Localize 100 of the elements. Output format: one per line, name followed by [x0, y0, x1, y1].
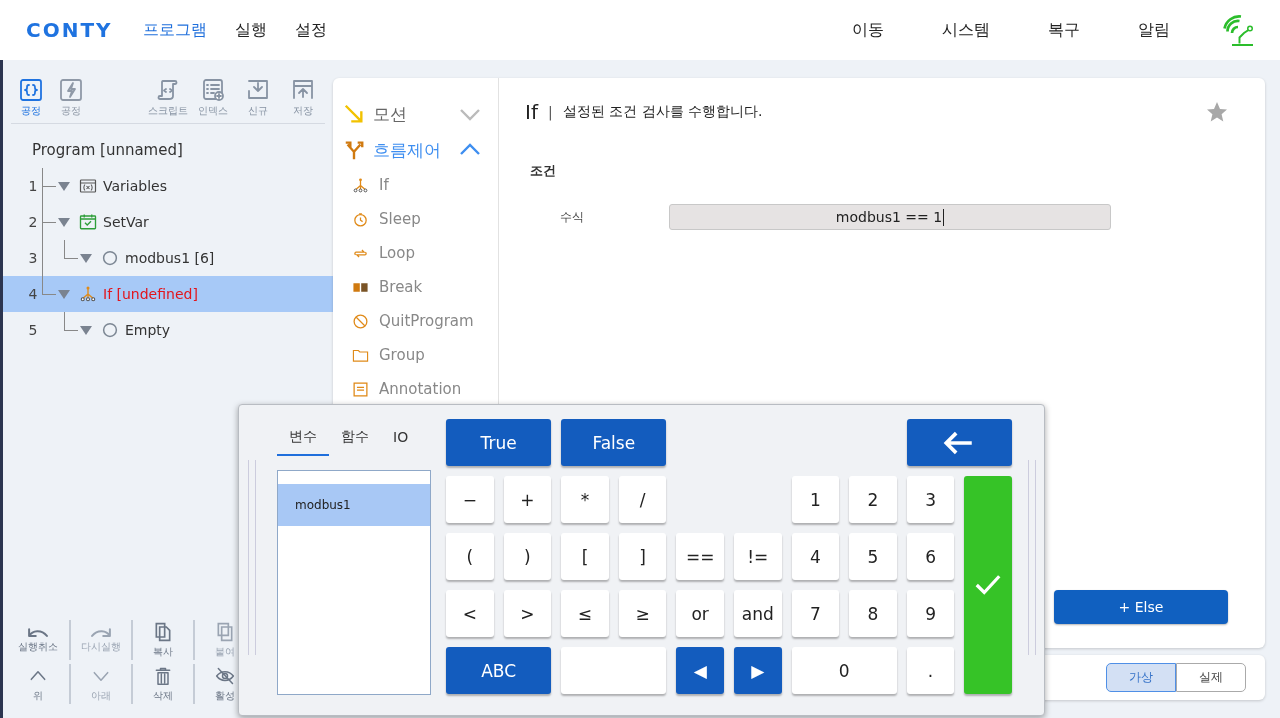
palette-item[interactable]: Break: [333, 270, 498, 304]
key[interactable]: [: [561, 533, 609, 580]
mode-toggle-button[interactable]: 가상: [1106, 663, 1176, 692]
key[interactable]: (: [446, 533, 494, 580]
menu-tab[interactable]: 프로그램: [142, 15, 207, 45]
arrow-icon: [343, 103, 365, 125]
tab[interactable]: IO: [381, 420, 421, 456]
edit-tool-button[interactable]: 실행취소: [18, 626, 58, 654]
fork-icon: [343, 139, 365, 161]
expand-triangle-icon[interactable]: [80, 253, 92, 263]
key[interactable]: 4: [791, 533, 840, 580]
branch-icon: [352, 176, 369, 194]
tree-row[interactable]: 2 SetVar: [3, 204, 333, 240]
key[interactable]: *: [561, 476, 609, 523]
expand-triangle-icon[interactable]: [80, 325, 92, 335]
input-field[interactable]: modbus1 == 1: [669, 204, 1111, 230]
download-icon: [245, 78, 270, 102]
category-header[interactable]: 모션: [333, 96, 498, 132]
palette-item[interactable]: QuitProgram: [333, 304, 498, 338]
expand-triangle-icon[interactable]: [58, 181, 70, 191]
key[interactable]: 8: [849, 590, 897, 637]
mode-toggle-button[interactable]: 실제: [1176, 663, 1246, 692]
edit-tool-button[interactable]: 위: [28, 665, 48, 703]
command-description: 설정된 조건 검사를 수행합니다.: [562, 103, 763, 121]
tree-row[interactable]: 5 Empty: [3, 312, 333, 348]
tree-row[interactable]: 4 If [undefined]: [3, 276, 333, 312]
expand-triangle-icon[interactable]: [58, 217, 70, 227]
key[interactable]: 3: [906, 476, 955, 523]
list-icon: [200, 78, 225, 102]
grip-handle[interactable]: [248, 460, 256, 655]
copy-icon: [153, 621, 173, 642]
braces-icon: [19, 78, 43, 102]
key[interactable]: 9: [906, 590, 955, 637]
text-cursor: [943, 208, 945, 226]
node-label: Empty: [125, 322, 171, 338]
key[interactable]: or: [676, 590, 724, 637]
key[interactable]: /: [618, 476, 667, 523]
tree-row[interactable]: 1 Variables: [3, 168, 333, 204]
key[interactable]: 7: [791, 590, 840, 637]
tab[interactable]: 함수: [329, 420, 381, 456]
key[interactable]: <: [446, 590, 494, 637]
edit-tool-button[interactable]: 복사: [153, 621, 173, 659]
palette-item[interactable]: Loop: [333, 236, 498, 270]
program-title: Program [unnamed]: [31, 140, 184, 161]
palette-item[interactable]: Group: [333, 338, 498, 372]
key[interactable]: ): [503, 533, 552, 580]
key[interactable]: 5: [849, 533, 897, 580]
else-button[interactable]: + Else: [1054, 590, 1228, 624]
tree-row[interactable]: 3 modbus1 [6]: [3, 240, 333, 276]
key[interactable]: ==: [676, 533, 724, 580]
field-label: 수식: [559, 208, 585, 226]
key[interactable]: −: [446, 476, 494, 523]
key[interactable]: 6: [906, 533, 955, 580]
key[interactable]: 2: [849, 476, 897, 523]
menu-tab[interactable]: 설정: [294, 15, 327, 45]
key[interactable]: ▶: [733, 647, 782, 694]
key[interactable]: >: [503, 590, 552, 637]
edit-tool-button[interactable]: 활성: [215, 665, 235, 703]
upload-icon: [290, 78, 315, 102]
list-item[interactable]: modbus1: [278, 484, 430, 526]
key[interactable]: .: [906, 647, 955, 694]
variable-icon: [79, 177, 97, 195]
palette-item[interactable]: If: [333, 168, 498, 202]
palette-item[interactable]: Sleep: [333, 202, 498, 236]
node-label: If [undefined]: [103, 286, 198, 302]
key[interactable]: ≥: [618, 590, 667, 637]
key[interactable]: ≤: [561, 590, 609, 637]
key[interactable]: ◀: [676, 647, 724, 694]
prohibit-icon: [352, 312, 369, 330]
menu-button[interactable]: 알림: [1138, 15, 1170, 45]
menu-button[interactable]: 이동: [852, 15, 884, 45]
node-label: Variables: [103, 178, 167, 194]
tab[interactable]: 변수: [277, 420, 329, 456]
menu-button[interactable]: 시스템: [942, 15, 990, 45]
line-number: 4: [27, 286, 39, 302]
robot-signal-icon[interactable]: [1220, 12, 1256, 48]
mode-tab[interactable]: 공정: [11, 78, 51, 118]
star-icon[interactable]: [1205, 100, 1229, 124]
key[interactable]: ]: [618, 533, 667, 580]
trash-icon: [153, 665, 173, 686]
grip-handle[interactable]: [1027, 460, 1036, 655]
key[interactable]: ABC: [446, 647, 552, 694]
note-icon: [352, 380, 369, 398]
edit-tool-button[interactable]: 삭제: [153, 665, 173, 703]
line-number: 1: [27, 178, 39, 194]
key[interactable]: 0: [791, 647, 897, 694]
menu-button[interactable]: 복구: [1048, 15, 1080, 45]
key[interactable]: False: [561, 419, 667, 466]
key[interactable]: True: [446, 419, 552, 466]
backspace-button[interactable]: [906, 419, 1012, 466]
menu-tab[interactable]: 실행: [234, 15, 267, 45]
expand-triangle-icon[interactable]: [58, 289, 70, 299]
key[interactable]: +: [503, 476, 552, 523]
palette-item[interactable]: Annotation: [333, 372, 498, 406]
undo-icon: [28, 626, 48, 637]
logo: CONTY: [26, 18, 113, 42]
key[interactable]: and: [733, 590, 782, 637]
key[interactable]: 1: [791, 476, 840, 523]
node-label: modbus1 [6]: [125, 250, 215, 266]
key[interactable]: !=: [733, 533, 782, 580]
